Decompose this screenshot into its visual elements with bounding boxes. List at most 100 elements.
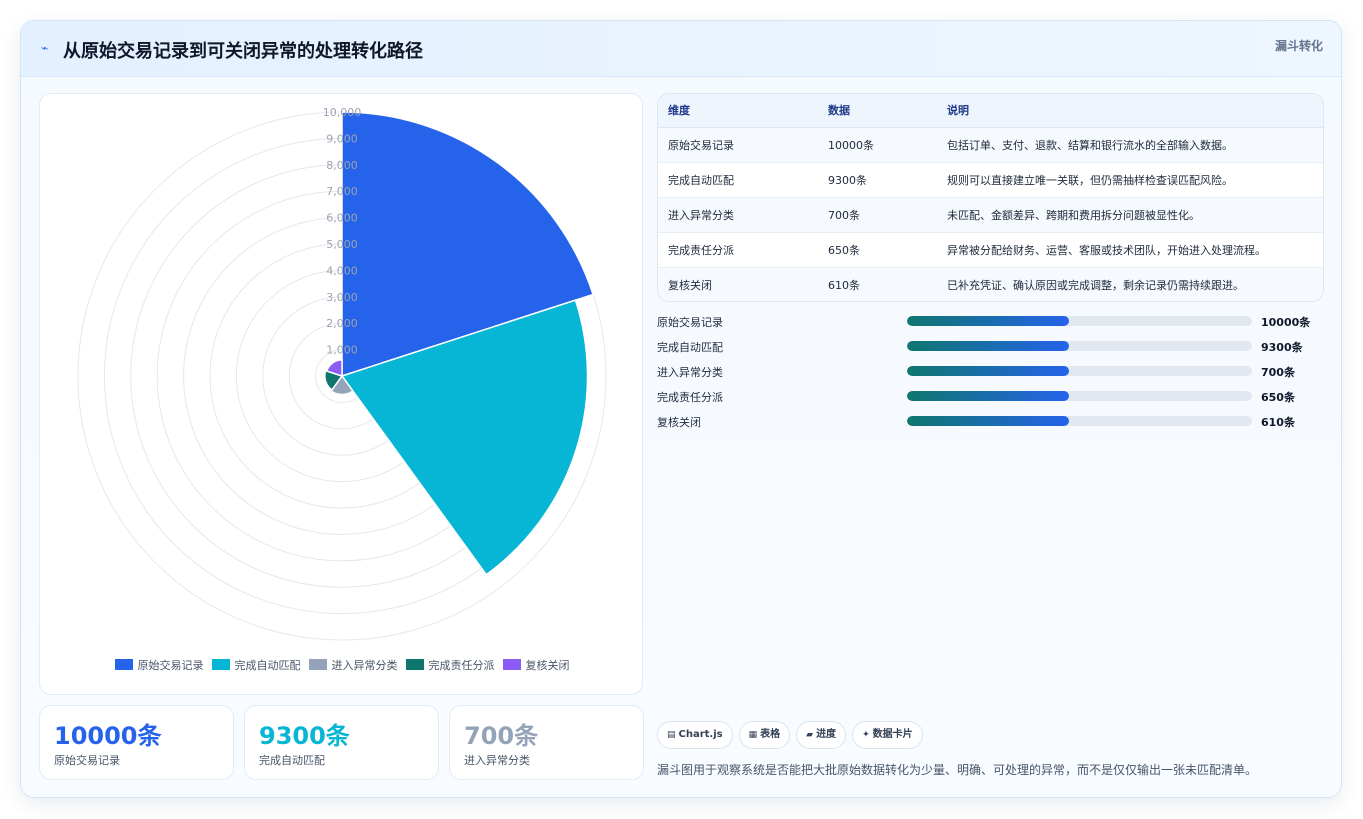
radial-tick-label: 5,000 [326, 238, 358, 251]
chart-line-icon: ⌁ [41, 41, 49, 55]
progress-label: 完成责任分派 [657, 391, 723, 404]
legend-item[interactable]: 进入异常分类 [308, 657, 398, 673]
feature-pill[interactable]: ▰ 进度 [796, 721, 847, 749]
legend-label: 原始交易记录 [137, 659, 204, 672]
table-cell: 650条 [818, 232, 937, 268]
radial-tick-label: 1,000 [326, 344, 358, 357]
progress-track [907, 341, 1252, 351]
progress-fill [907, 316, 1070, 326]
pill-label: 数据卡片 [872, 729, 913, 740]
table-icon: ▦ [748, 730, 758, 740]
legend-label: 完成责任分派 [428, 659, 495, 672]
progress-track [907, 366, 1252, 376]
page-title: 从原始交易记录到可关闭异常的处理转化路径 [63, 41, 423, 62]
stat-value: 10000条 [54, 722, 162, 750]
table-row: 原始交易记录 10000条 包括订单、支付、退款、结算和银行流水的全部输入数据。 [658, 127, 1323, 163]
progress-value: 610条 [1261, 416, 1295, 429]
feature-pills: ▤ Chart.js ▦ 表格 ▰ 进度 ✦ 数据卡片 [657, 721, 929, 749]
sparkle-icon: ✦ [862, 730, 870, 740]
legend-swatch [502, 659, 521, 670]
report-card: ⌁ 从原始交易记录到可关闭异常的处理转化路径 漏斗转化 1,000 2,000 3,… [20, 20, 1342, 798]
legend-label: 完成自动匹配 [234, 659, 301, 672]
progress-fill [907, 416, 1070, 426]
pill-label: 表格 [760, 729, 781, 740]
progress-value: 700条 [1261, 366, 1295, 379]
data-table: 维度 数据 说明 原始交易记录 10000条 包括订单、支付、退款、结算和银行流… [658, 94, 1323, 301]
stat-label: 完成自动匹配 [259, 754, 325, 767]
radial-tick-label: 9,000 [326, 132, 358, 145]
pill-label: Chart.js [678, 729, 723, 740]
table-row: 完成自动匹配 9300条 规则可以直接建立唯一关联，但仍需抽样检查误匹配风险。 [658, 162, 1323, 198]
radial-tick-label: 7,000 [326, 185, 358, 198]
stat-value: 700条 [464, 722, 539, 750]
table-row: 进入异常分类 700条 未匹配、金额差异、跨期和费用拆分问题被显性化。 [658, 197, 1323, 233]
progress-row: 完成责任分派 650条 [657, 386, 1324, 411]
table-header-row: 维度 数据 说明 [658, 94, 1323, 128]
feature-pill[interactable]: ▦ 表格 [738, 721, 791, 749]
polar-chart-panel: 1,000 2,000 3,000 4,000 5,000 6,000 7,000 8,000… [39, 93, 643, 695]
legend-swatch [211, 659, 230, 670]
radial-tick-label: 3,000 [326, 291, 358, 304]
legend-swatch [308, 659, 327, 670]
table-cell: 完成责任分派 [658, 232, 818, 268]
chart-legend: 原始交易记录 完成自动匹配 进入异常分类 完成责任分派 复核关闭 [40, 657, 644, 673]
progress-track [907, 391, 1252, 401]
legend-label: 进入异常分类 [331, 659, 398, 672]
table-cell: 完成自动匹配 [658, 162, 818, 198]
radial-tick-label: 8,000 [326, 159, 358, 172]
table-header-cell: 数据 [818, 94, 937, 128]
table-row: 复核关闭 610条 已补充凭证、确认原因或完成调整，剩余记录仍需持续跟进。 [658, 267, 1323, 301]
stat-value: 9300条 [259, 722, 350, 750]
progress-row: 进入异常分类 700条 [657, 361, 1324, 386]
table-header-cell: 维度 [658, 94, 818, 128]
chart-type-tag: 漏斗转化 [1274, 39, 1323, 53]
table-cell: 未匹配、金额差异、跨期和费用拆分问题被显性化。 [937, 197, 1323, 233]
progress-fill [907, 391, 1070, 401]
radial-tick-label: 10,000 [323, 106, 362, 119]
feature-pill[interactable]: ✦ 数据卡片 [852, 721, 923, 749]
table-cell: 包括订单、支付、退款、结算和银行流水的全部输入数据。 [937, 127, 1323, 163]
progress-row: 完成自动匹配 9300条 [657, 336, 1324, 361]
pill-label: 进度 [816, 729, 837, 740]
data-table-wrapper: 维度 数据 说明 原始交易记录 10000条 包括订单、支付、退款、结算和银行流… [657, 93, 1324, 302]
table-cell: 异常被分配给财务、运营、客服或技术团队，开始进入处理流程。 [937, 232, 1323, 268]
legend-label: 复核关闭 [525, 659, 570, 672]
legend-item[interactable]: 原始交易记录 [114, 657, 204, 673]
table-cell: 原始交易记录 [658, 127, 818, 163]
table-cell: 规则可以直接建立唯一关联，但仍需抽样检查误匹配风险。 [937, 162, 1323, 198]
progress-value: 650条 [1261, 391, 1295, 404]
progress-icon: ▰ [806, 730, 814, 740]
stat-label: 进入异常分类 [464, 754, 530, 767]
polar-area-chart[interactable]: 1,000 2,000 3,000 4,000 5,000 6,000 7,000 8,000… [40, 94, 644, 654]
progress-fill [907, 341, 1070, 351]
table-cell: 700条 [818, 197, 937, 233]
stat-card: 9300条 完成自动匹配 [244, 705, 439, 780]
legend-item[interactable]: 完成自动匹配 [211, 657, 301, 673]
legend-swatch [405, 659, 424, 670]
progress-row: 复核关闭 610条 [657, 411, 1324, 436]
table-cell: 已补充凭证、确认原因或完成调整，剩余记录仍需持续跟进。 [937, 267, 1323, 301]
stat-label: 原始交易记录 [54, 754, 120, 767]
card-header: ⌁ 从原始交易记录到可关闭异常的处理转化路径 漏斗转化 [21, 21, 1341, 77]
radial-tick-label: 2,000 [326, 317, 358, 330]
table-cell: 进入异常分类 [658, 197, 818, 233]
progress-track [907, 316, 1252, 326]
table-cell: 复核关闭 [658, 267, 818, 301]
progress-list: 原始交易记录 10000条 完成自动匹配 9300条进入异常分类 700条完成责任分派 6… [657, 311, 1324, 436]
progress-fill [907, 366, 1070, 376]
progress-value: 9300条 [1261, 341, 1303, 354]
table-header-cell: 说明 [937, 94, 1323, 128]
legend-item[interactable]: 复核关闭 [502, 657, 570, 673]
footnote: 漏斗图用于观察系统是否能把大批原始数据转化为少量、明确、可处理的异常，而不是仅仅… [657, 763, 1258, 777]
radial-tick-label: 4,000 [326, 264, 358, 277]
feature-pill[interactable]: ▤ Chart.js [657, 721, 733, 749]
progress-row: 原始交易记录 10000条 [657, 311, 1324, 336]
progress-label: 进入异常分类 [657, 366, 723, 379]
table-cell: 10000条 [818, 127, 937, 163]
radial-tick-label: 6,000 [326, 212, 358, 225]
table-cell: 610条 [818, 267, 937, 301]
progress-value: 10000条 [1261, 316, 1311, 329]
legend-item[interactable]: 完成责任分派 [405, 657, 495, 673]
progress-label: 复核关闭 [657, 416, 701, 429]
progress-track [907, 416, 1252, 426]
